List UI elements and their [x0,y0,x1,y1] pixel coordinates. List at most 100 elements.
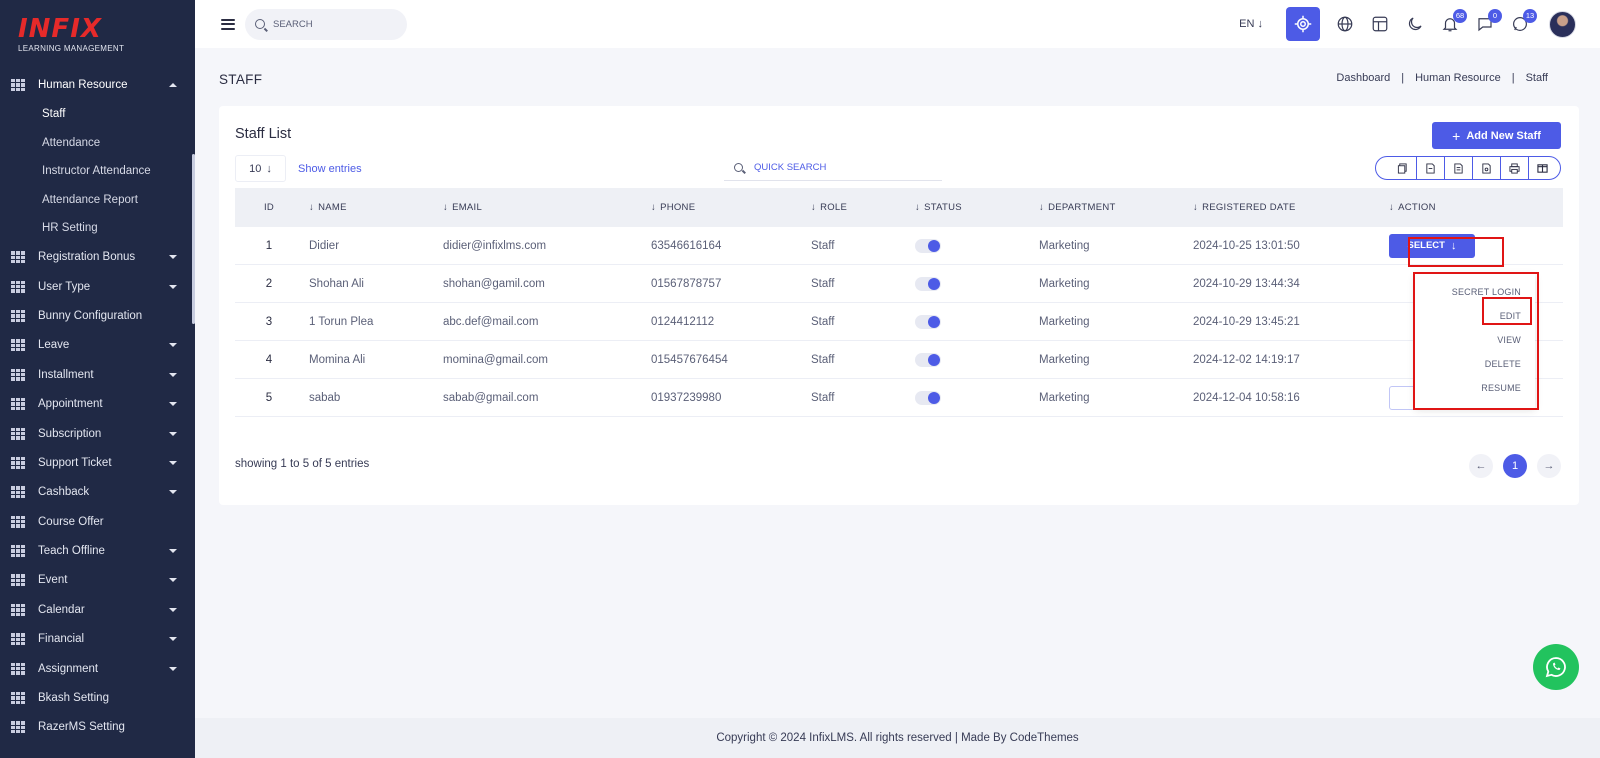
sidebar-item-subscription[interactable]: Subscription [0,419,195,448]
prev-page-button[interactable]: ← [1469,454,1493,478]
sidebar-item-support-ticket[interactable]: Support Ticket [0,448,195,477]
submenu-item-instructor-attendance[interactable]: Instructor Attendance [42,157,195,186]
cell-department: Marketing [1039,391,1090,404]
col-header-phone[interactable]: ↓ PHONE [651,202,811,213]
settings-gear-button[interactable] [1286,7,1320,41]
brand-logo[interactable]: INFIX LEARNING MANAGEMENT [0,0,195,70]
whatsapp-button[interactable] [1533,644,1579,690]
cell-id: 3 [265,315,273,328]
submenu-item-hr-setting[interactable]: HR Setting [42,214,195,243]
status-toggle[interactable] [915,314,941,329]
breadcrumb-dashboard[interactable]: Dashboard [1336,72,1390,84]
dark-mode-button[interactable] [1398,7,1432,41]
cell-email: sabab@gmail.com [443,391,539,404]
csv-button[interactable] [1416,157,1444,179]
sidebar-item-leave[interactable]: Leave [0,331,195,360]
cell-name: sabab [309,391,341,404]
sidebar-item-bunny-configuration[interactable]: Bunny Configuration [0,301,195,330]
chat-button[interactable]: 13 [1503,7,1537,41]
status-toggle[interactable] [915,352,941,367]
col-header-action[interactable]: ↓ ACTION [1389,202,1563,213]
sidebar-item-assignment[interactable]: Assignment [0,654,195,683]
status-toggle[interactable] [915,276,941,291]
col-header-id[interactable]: ID [235,202,303,213]
chevron-down-icon [169,343,177,348]
sidebar-item-label: Teach Offline [38,545,105,558]
cell-status [915,314,1039,329]
chevron-down-icon [169,372,177,377]
sidebar-item-label: RazerMS Setting [38,721,125,734]
search-icon [255,19,265,29]
sidebar-item-financial[interactable]: Financial [0,625,195,654]
toggle-knob [928,315,940,328]
sidebar-item-appointment[interactable]: Appointment [0,389,195,418]
sidebar-item-label: Course Offer [38,515,104,528]
print-button[interactable] [1500,157,1528,179]
status-toggle[interactable] [915,390,941,405]
columns-button[interactable] [1528,157,1556,179]
entries-select[interactable]: 10 ↓ [235,155,286,182]
notifications-button[interactable]: 68 [1433,7,1467,41]
global-search[interactable] [245,8,407,40]
col-header-department[interactable]: ↓ DEPARTMENT [1039,202,1193,213]
chevron-down-icon [169,607,177,612]
sidebar-item-user-type[interactable]: User Type [0,272,195,301]
status-toggle[interactable] [915,238,941,253]
submenu-item-staff[interactable]: Staff [42,100,195,129]
sidebar-item-bkash-setting[interactable]: Bkash Setting [0,683,195,712]
col-header-label: PHONE [660,202,696,213]
chevron-down-icon [169,490,177,495]
copy-button[interactable] [1388,157,1416,179]
globe-button[interactable] [1328,7,1362,41]
page-button-current[interactable]: 1 [1503,454,1527,478]
next-page-button[interactable]: → [1537,454,1561,478]
sidebar-item-teach-offline[interactable]: Teach Offline [0,536,195,565]
sidebar-scrollbar[interactable] [192,154,195,324]
messages-button[interactable]: 0 [1468,7,1502,41]
language-selector[interactable]: EN ↓ [1239,18,1263,30]
col-header-email[interactable]: ↓ EMAIL [439,202,651,213]
submenu-item-attendance-report[interactable]: Attendance Report [42,186,195,215]
col-header-label: ROLE [820,202,848,213]
sidebar-item-registration-bonus[interactable]: Registration Bonus [0,243,195,272]
sidebar-item-cashback[interactable]: Cashback [0,478,195,507]
submenu-item-attendance[interactable]: Attendance [42,129,195,158]
logo-text: INFIX [18,14,102,44]
grid-icon [11,515,25,528]
sidebar-item-calendar[interactable]: Calendar [0,595,195,624]
sidebar-item-razerms-setting[interactable]: RazerMS Setting [0,713,195,742]
sort-arrow-icon: ↓ [1039,202,1045,213]
quick-search[interactable] [724,154,942,181]
sidebar-item-course-offer[interactable]: Course Offer [0,507,195,536]
sidebar: INFIX LEARNING MANAGEMENT Human Resource… [0,0,195,758]
cell-department: Marketing [1039,239,1090,252]
col-header-status[interactable]: ↓ STATUS [915,202,1039,213]
col-header-role[interactable]: ↓ ROLE [811,202,915,213]
sidebar-item-label: User Type [38,280,91,293]
search-input[interactable] [273,18,393,30]
col-header-name[interactable]: ↓ NAME [303,202,439,213]
col-header-registered-date[interactable]: ↓ REGISTERED DATE [1193,202,1389,213]
pdf-button[interactable] [1472,157,1500,179]
sort-arrow-icon: ↓ [1193,202,1199,213]
layout-button[interactable] [1363,7,1397,41]
cell-name: Didier [309,239,340,252]
grid-icon [11,662,25,675]
chevron-down-icon [169,578,177,583]
sidebar-item-event[interactable]: Event [0,566,195,595]
notifications-badge: 68 [1453,9,1467,23]
quick-search-input[interactable] [754,161,924,173]
cell-registered-date: 2024-12-04 10:58:16 [1193,391,1300,404]
sidebar-item-human-resource[interactable]: Human Resource [0,70,195,100]
cell-email: abc.def@mail.com [443,315,539,328]
excel-button[interactable] [1444,157,1472,179]
add-new-staff-button[interactable]: + Add New Staff [1432,122,1561,149]
sidebar-menu-list: Registration Bonus User Type Bunny Configu… [0,243,195,743]
breadcrumb-human-resource[interactable]: Human Resource [1415,72,1501,84]
sidebar-item-installment[interactable]: Installment [0,360,195,389]
columns-icon [1537,163,1548,173]
cell-status [915,276,1039,291]
menu-toggle-icon[interactable] [221,18,235,30]
export-buttons [1375,156,1561,180]
avatar[interactable] [1549,10,1576,38]
